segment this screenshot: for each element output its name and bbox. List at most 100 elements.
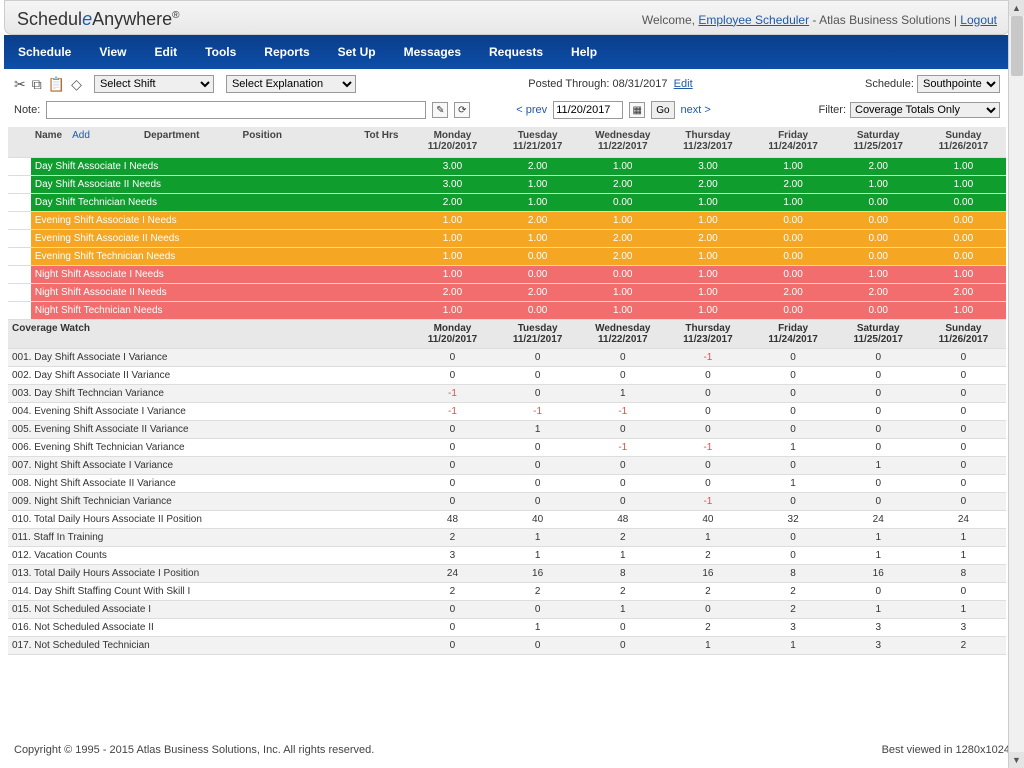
cell[interactable]: 0.00 [921, 247, 1006, 265]
cell[interactable]: 1.00 [836, 175, 921, 193]
cell[interactable]: 1.00 [410, 229, 495, 247]
cell[interactable]: 1.00 [836, 265, 921, 283]
cell[interactable]: 1.00 [580, 283, 665, 301]
cell[interactable]: 2.00 [836, 157, 921, 175]
cell[interactable]: 1.00 [495, 229, 580, 247]
menu-set-up[interactable]: Set Up [324, 41, 390, 63]
cell[interactable]: 1.00 [665, 211, 750, 229]
menu-view[interactable]: View [85, 41, 140, 63]
cell[interactable]: 2.00 [410, 193, 495, 211]
cell[interactable]: 2.00 [665, 175, 750, 193]
scroll-thumb[interactable] [1011, 16, 1023, 76]
cell[interactable]: 1.00 [921, 157, 1006, 175]
scroll-up-icon[interactable]: ▲ [1009, 0, 1024, 16]
go-button[interactable]: Go [651, 101, 674, 119]
paste-icon[interactable]: 📋 [48, 76, 65, 93]
cell[interactable]: 0.00 [495, 301, 580, 319]
cell[interactable]: 3.00 [410, 157, 495, 175]
cell[interactable]: 2.00 [580, 247, 665, 265]
cell[interactable]: 0.00 [836, 301, 921, 319]
cell[interactable]: 1.00 [410, 265, 495, 283]
cell[interactable]: 1.00 [410, 301, 495, 319]
cell[interactable]: 0.00 [836, 193, 921, 211]
cut-icon[interactable]: ✂ [14, 76, 26, 93]
cell[interactable]: 0.00 [836, 247, 921, 265]
menu-reports[interactable]: Reports [250, 41, 323, 63]
needs-row[interactable]: 9Night Shift Technician Needs1.000.001.0… [8, 301, 1006, 319]
cell[interactable]: 0.00 [836, 229, 921, 247]
cell[interactable]: 1.00 [580, 157, 665, 175]
note-input[interactable] [46, 101, 426, 119]
cell[interactable]: 1.00 [665, 265, 750, 283]
cell[interactable]: 1.00 [921, 301, 1006, 319]
cell[interactable]: 1.00 [580, 301, 665, 319]
cell[interactable]: 0.00 [836, 211, 921, 229]
cell[interactable]: 2.00 [580, 229, 665, 247]
calendar-icon[interactable]: ▦ [629, 102, 645, 118]
add-link[interactable]: Add [72, 130, 90, 141]
cell[interactable]: 1.00 [410, 211, 495, 229]
cell[interactable]: 1.00 [921, 265, 1006, 283]
cell[interactable]: 0.00 [751, 265, 836, 283]
menu-edit[interactable]: Edit [141, 41, 192, 63]
scroll-down-icon[interactable]: ▼ [1009, 752, 1024, 768]
cell[interactable]: 1.00 [495, 193, 580, 211]
cell[interactable]: 2.00 [921, 283, 1006, 301]
copy-icon[interactable]: ⧉ [32, 76, 42, 93]
cell[interactable]: 2.00 [495, 283, 580, 301]
select-shift[interactable]: Select Shift [94, 75, 214, 93]
cell[interactable]: 1.00 [665, 283, 750, 301]
erase-icon[interactable]: ◇ [71, 76, 82, 93]
menu-requests[interactable]: Requests [475, 41, 557, 63]
cell[interactable]: 1.00 [665, 193, 750, 211]
cell[interactable]: 3.00 [410, 175, 495, 193]
cell[interactable]: 2.00 [495, 157, 580, 175]
needs-row[interactable]: 4Evening Shift Associate I Needs1.002.00… [8, 211, 1006, 229]
cell[interactable]: 1.00 [580, 211, 665, 229]
logout-link[interactable]: Logout [960, 13, 997, 27]
cell[interactable]: 0.00 [751, 301, 836, 319]
cell[interactable]: 1.00 [751, 157, 836, 175]
cell[interactable]: 0.00 [921, 193, 1006, 211]
cell[interactable]: 1.00 [665, 247, 750, 265]
cell[interactable]: 0.00 [751, 229, 836, 247]
cell[interactable]: 2.00 [836, 283, 921, 301]
note-save-icon[interactable]: ⟳ [454, 102, 470, 118]
needs-row[interactable]: 7Night Shift Associate I Needs1.000.000.… [8, 265, 1006, 283]
user-link[interactable]: Employee Scheduler [698, 13, 809, 27]
cell[interactable]: 2.00 [410, 283, 495, 301]
next-link[interactable]: next > [681, 104, 711, 116]
cell[interactable]: 1.00 [665, 301, 750, 319]
cell[interactable]: 0.00 [921, 211, 1006, 229]
cell[interactable]: 2.00 [580, 175, 665, 193]
cell[interactable]: 2.00 [495, 211, 580, 229]
needs-row[interactable]: 2Day Shift Associate II Needs3.001.002.0… [8, 175, 1006, 193]
cell[interactable]: 2.00 [665, 229, 750, 247]
menu-help[interactable]: Help [557, 41, 611, 63]
date-input[interactable] [553, 101, 623, 119]
needs-row[interactable]: 6Evening Shift Technician Needs1.000.002… [8, 247, 1006, 265]
needs-row[interactable]: 1Day Shift Associate I Needs3.002.001.00… [8, 157, 1006, 175]
cell[interactable]: 3.00 [665, 157, 750, 175]
needs-row[interactable]: 8Night Shift Associate II Needs2.002.001… [8, 283, 1006, 301]
note-edit-icon[interactable]: ✎ [432, 102, 448, 118]
cell[interactable]: 2.00 [751, 175, 836, 193]
menu-schedule[interactable]: Schedule [4, 41, 85, 63]
cell[interactable]: 0.00 [495, 265, 580, 283]
needs-row[interactable]: 5Evening Shift Associate II Needs1.001.0… [8, 229, 1006, 247]
select-explanation[interactable]: Select Explanation [226, 75, 356, 93]
menu-messages[interactable]: Messages [390, 41, 475, 63]
cell[interactable]: 1.00 [495, 175, 580, 193]
cell[interactable]: 0.00 [580, 193, 665, 211]
menu-tools[interactable]: Tools [191, 41, 250, 63]
cell[interactable]: 2.00 [751, 283, 836, 301]
cell[interactable]: 1.00 [921, 175, 1006, 193]
cell[interactable]: 0.00 [751, 247, 836, 265]
cell[interactable]: 1.00 [751, 193, 836, 211]
cell[interactable]: 1.00 [410, 247, 495, 265]
filter-select[interactable]: Coverage Totals Only [850, 102, 1000, 118]
schedule-select[interactable]: Southpointe [917, 75, 1000, 93]
cell[interactable]: 0.00 [580, 265, 665, 283]
prev-link[interactable]: < prev [516, 104, 547, 116]
needs-row[interactable]: 3Day Shift Technician Needs2.001.000.001… [8, 193, 1006, 211]
